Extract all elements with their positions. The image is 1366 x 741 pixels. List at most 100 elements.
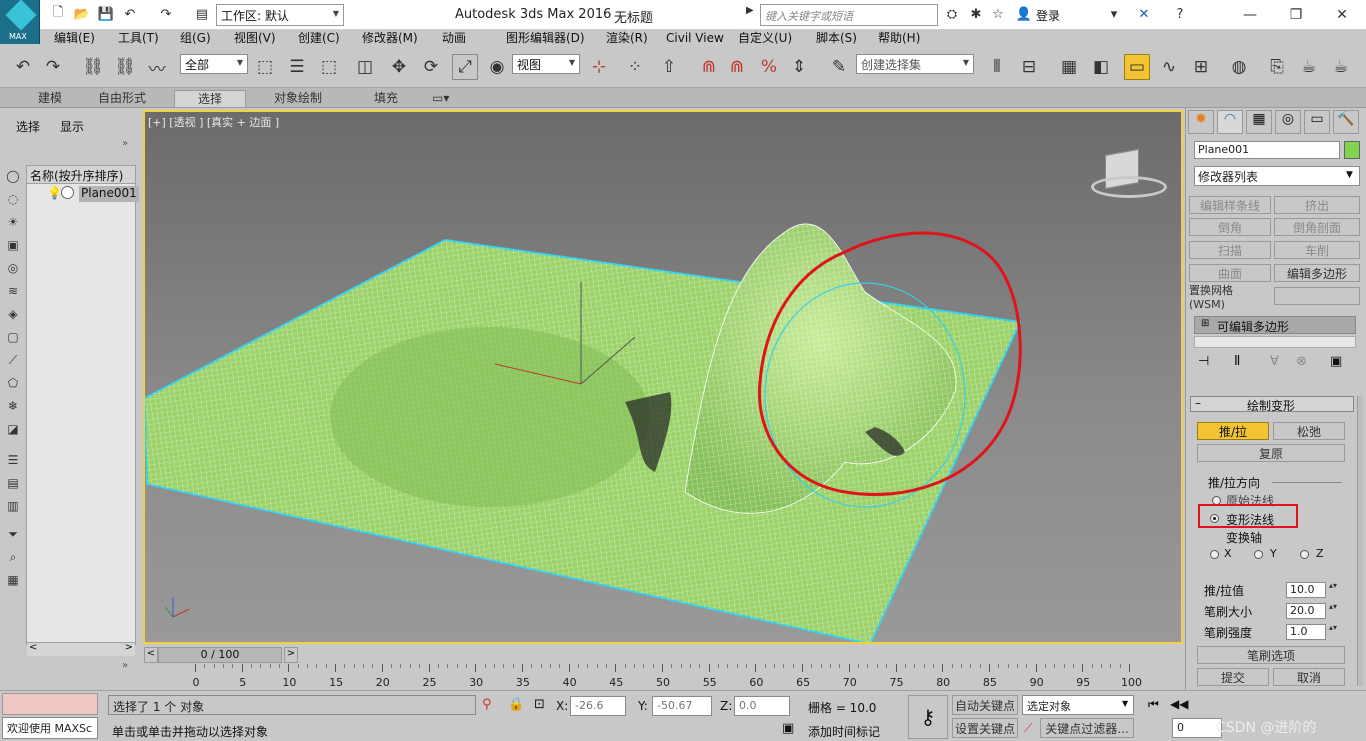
ribbon-tab-modeling[interactable]: 建模 xyxy=(30,90,70,107)
column-header-name[interactable]: 名称(按升序排序) xyxy=(27,166,135,184)
explorer-scrollbar[interactable]: < > xyxy=(27,642,135,656)
filter-geometry-icon[interactable]: ◯ xyxy=(4,167,22,185)
scene-tab-display[interactable]: 显示 xyxy=(60,118,84,135)
panel-scrollbar[interactable] xyxy=(1357,396,1363,686)
x-coordinate-field[interactable]: -26.6 xyxy=(570,696,626,716)
workspace-dropdown[interactable]: 工作区: 默认 xyxy=(216,4,344,26)
menu-civil-view[interactable]: Civil View xyxy=(666,30,724,46)
menu-modifiers[interactable]: 修改器(M) xyxy=(362,30,418,46)
brush-strength-spinner[interactable]: 1.0 xyxy=(1286,624,1339,640)
minimize-button[interactable]: — xyxy=(1230,4,1270,26)
render-setup-icon[interactable]: ⎘ xyxy=(1264,54,1290,80)
maximize-button[interactable]: ❐ xyxy=(1276,4,1316,26)
filter-lights-icon[interactable]: ☀ xyxy=(4,213,22,231)
create-tab-icon[interactable]: ✹ xyxy=(1188,110,1214,134)
modifier-list-dropdown[interactable]: 修改器列表 xyxy=(1194,166,1360,186)
menu-create[interactable]: 创建(C) xyxy=(298,30,340,46)
undo-icon[interactable]: ↶ xyxy=(122,6,138,22)
ribbon-options-icon[interactable]: ▭▾ xyxy=(424,90,457,107)
save-file-icon[interactable]: 💾 xyxy=(98,6,114,22)
displace-mesh-button[interactable]: 置换网格 (WSM) xyxy=(1189,284,1271,311)
filter-bones-icon[interactable]: ⟋ xyxy=(4,351,22,369)
show-end-result-icon[interactable]: Ⅱ xyxy=(1234,354,1240,369)
brush-options-button[interactable]: 笔刷选项 xyxy=(1197,646,1345,664)
redo-icon[interactable]: ↷ xyxy=(40,54,66,80)
lathe-button[interactable]: 车削 xyxy=(1274,241,1360,259)
new-file-icon[interactable]: 🗋 xyxy=(50,5,66,22)
undo-icon[interactable]: ↶ xyxy=(10,54,36,80)
select-by-name-icon[interactable]: ☰ xyxy=(284,54,310,80)
key-filters-button[interactable]: 关键点过滤器... xyxy=(1040,718,1134,738)
angle-snap-icon[interactable]: ⋒ xyxy=(724,54,750,80)
rollout-header[interactable]: – 绘制变形 xyxy=(1190,396,1354,413)
login-button[interactable]: 登录 xyxy=(1036,7,1060,24)
selection-filter-dropdown[interactable]: 全部 xyxy=(180,54,248,74)
render-production-icon[interactable]: ☕ xyxy=(1328,54,1354,80)
menu-graph-editors[interactable]: 图形编辑器(D) xyxy=(506,30,585,46)
sweep-button[interactable]: 扫描 xyxy=(1189,241,1271,259)
push-value-spinner[interactable]: 10.0 xyxy=(1286,582,1339,598)
scene-object-item[interactable]: Plane001 xyxy=(79,186,139,202)
filter-frozen-icon[interactable]: ❄ xyxy=(4,397,22,415)
pin-stack-icon[interactable]: ⊣ xyxy=(1198,354,1209,369)
layer-manager-icon[interactable]: ▦ xyxy=(1056,54,1082,80)
bind-space-warp-icon[interactable]: 〰 xyxy=(144,54,170,80)
menu-customize[interactable]: 自定义(U) xyxy=(738,30,792,46)
menu-tools[interactable]: 工具(T) xyxy=(118,30,159,46)
search-input[interactable]: 键入关键字或短语 xyxy=(760,4,938,26)
close-button[interactable]: ✕ xyxy=(1322,4,1362,26)
next-frame-button[interactable]: > xyxy=(284,647,298,663)
graphite-toggle-icon[interactable]: ▭ xyxy=(1124,54,1150,80)
unlink-icon[interactable]: ⛓ xyxy=(112,54,138,80)
communication-icon[interactable]: ✱ xyxy=(968,6,984,22)
isolate-selection-icon[interactable]: ⚲ xyxy=(482,697,492,712)
remove-modifier-icon[interactable]: ⊗ xyxy=(1296,354,1307,369)
filter-containers-icon[interactable]: ⬠ xyxy=(4,374,22,392)
dropdown-icon[interactable]: ▾ xyxy=(1106,6,1122,22)
modify-tab-icon[interactable]: ◠ xyxy=(1217,110,1243,134)
edit-poly-button[interactable]: 编辑多边形 xyxy=(1274,264,1360,282)
snaps-toggle-icon[interactable]: ⋒ xyxy=(696,54,722,80)
render-frame-icon[interactable]: ☕ xyxy=(1296,54,1322,80)
filter-cameras-icon[interactable]: ▣ xyxy=(4,236,22,254)
object-name-field[interactable]: Plane001 xyxy=(1194,141,1340,159)
ribbon-tab-object-paint[interactable]: 对象绘制 xyxy=(266,90,330,107)
scale-icon[interactable]: ⤢ xyxy=(452,54,478,80)
ribbon-tab-populate[interactable]: 填充 xyxy=(366,90,406,107)
placement-icon[interactable]: ◉ xyxy=(484,54,510,80)
track-bar[interactable]: 0 5 10 15 20 25 30 35 40 45 50 55 60 65 70 75 80 85 90 95 10… xyxy=(142,664,1184,690)
set-key-button[interactable]: 设置关键点 xyxy=(952,718,1018,738)
freeze-icon[interactable] xyxy=(61,186,74,199)
axis-y-radio[interactable] xyxy=(1254,550,1263,559)
empty-modifier-button[interactable] xyxy=(1274,287,1360,305)
search-expand-icon[interactable]: ▶ xyxy=(746,5,758,25)
cancel-button[interactable]: 取消 xyxy=(1273,668,1345,686)
menu-help[interactable]: 帮助(H) xyxy=(878,30,920,46)
window-crossing-icon[interactable]: ◫ xyxy=(352,54,378,80)
key-selection-dropdown[interactable]: 选定对象 xyxy=(1022,695,1134,715)
open-file-icon[interactable]: 📂 xyxy=(74,6,90,22)
select-manipulate-icon[interactable]: ⁘ xyxy=(622,54,648,80)
brush-size-spinner[interactable]: 20.0 xyxy=(1286,603,1339,619)
current-frame-field[interactable]: 0 xyxy=(1172,718,1222,738)
set-key-mode-icon[interactable]: ⚷ xyxy=(908,695,948,739)
configure-sets-icon[interactable]: ▣ xyxy=(1330,354,1342,369)
ribbon-tab-freeform[interactable]: 自由形式 xyxy=(90,90,154,107)
edit-spline-button[interactable]: 编辑样条线 xyxy=(1189,196,1271,214)
maxscript-mini-listener[interactable]: 欢迎使用 MAXSc xyxy=(2,717,98,739)
modifier-stack-item[interactable]: ⊞ 可编辑多边形 xyxy=(1194,316,1356,334)
favorites-star-icon[interactable]: ☆ xyxy=(990,6,1006,22)
layer-toggle-icon[interactable]: ▦ xyxy=(4,571,22,589)
app-logo-button[interactable]: MAX xyxy=(0,0,40,44)
rectangle-selection-icon[interactable]: ⬚ xyxy=(316,54,342,80)
display-tab-icon[interactable]: ▭ xyxy=(1304,110,1330,134)
prev-frame-button[interactable]: < xyxy=(144,647,158,663)
y-coordinate-field[interactable]: -50.67 xyxy=(652,696,712,716)
mirror-icon[interactable]: ⫴ xyxy=(984,54,1010,80)
absolute-mode-icon[interactable]: ⊡ xyxy=(534,697,545,712)
layer-explorer-icon[interactable]: ◧ xyxy=(1088,54,1114,80)
display-influences-icon[interactable]: ▥ xyxy=(4,497,22,515)
schematic-view-icon[interactable]: ⊞ xyxy=(1188,54,1214,80)
material-editor-icon[interactable]: ◍ xyxy=(1226,54,1252,80)
keyboard-shortcut-icon[interactable]: ⇧ xyxy=(656,54,682,80)
